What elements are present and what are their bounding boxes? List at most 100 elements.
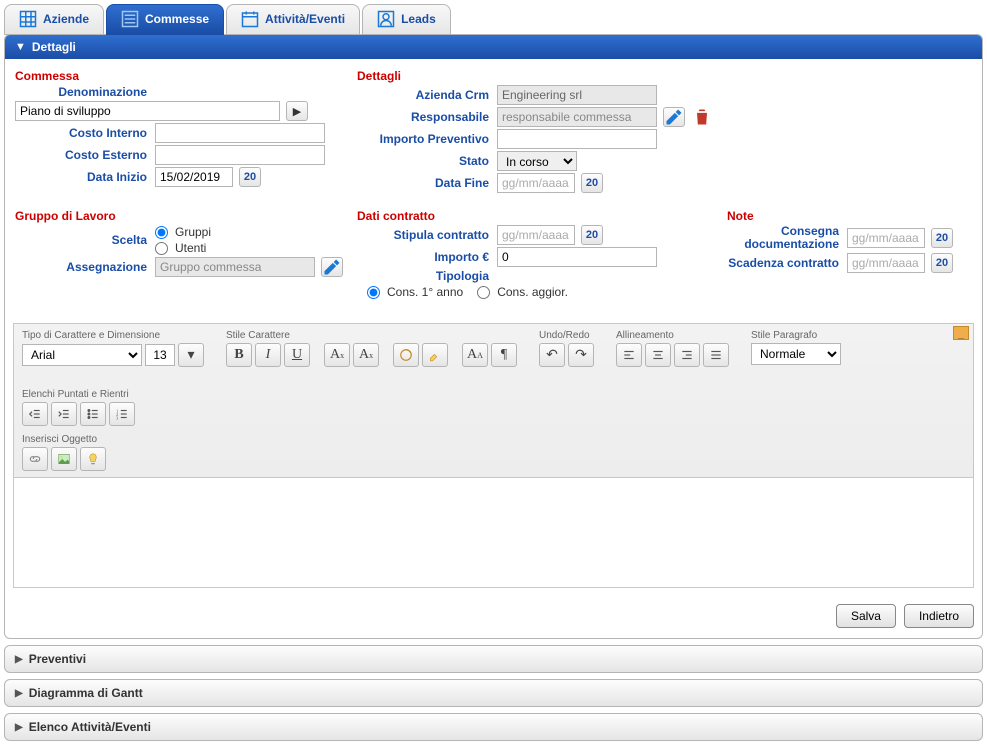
responsabile-label: Responsabile bbox=[357, 110, 497, 124]
redo-button[interactable]: ↷ bbox=[568, 343, 594, 367]
costo-esterno-label: Costo Esterno bbox=[15, 148, 155, 162]
denominazione-input[interactable] bbox=[15, 101, 280, 121]
bullet-list-button[interactable] bbox=[80, 402, 106, 426]
tab-label: Aziende bbox=[43, 12, 89, 26]
tab-aziende[interactable]: Aziende bbox=[4, 4, 104, 35]
insert-link-button[interactable] bbox=[22, 447, 48, 471]
accordion-label: Elenco Attività/Eventi bbox=[29, 720, 151, 734]
align-right-button[interactable] bbox=[674, 343, 700, 367]
font-name-select[interactable]: Arial bbox=[22, 344, 142, 366]
importo-eur-input[interactable] bbox=[497, 247, 657, 267]
scelta-gruppi-radio[interactable] bbox=[155, 226, 168, 239]
outdent-button[interactable] bbox=[22, 402, 48, 426]
tab-commesse[interactable]: Commesse bbox=[106, 4, 224, 35]
scelta-utenti-label: Utenti bbox=[175, 241, 206, 255]
scadenza-input[interactable] bbox=[847, 253, 925, 273]
insert-image-button[interactable] bbox=[51, 447, 77, 471]
calendar-button[interactable]: 20 bbox=[931, 253, 953, 273]
assegnazione-input bbox=[155, 257, 315, 277]
number-list-button[interactable]: 123 bbox=[109, 402, 135, 426]
font-size-stepper[interactable]: ▾ bbox=[178, 343, 204, 367]
calendar-button[interactable]: 20 bbox=[581, 173, 603, 193]
text-color-button[interactable] bbox=[393, 343, 419, 367]
font-size-input[interactable] bbox=[145, 344, 175, 366]
group-title-commessa: Commessa bbox=[15, 69, 343, 83]
rich-text-editor: _ Tipo di Carattere e Dimensione Arial ▾… bbox=[13, 323, 974, 588]
data-inizio-input[interactable] bbox=[155, 167, 233, 187]
subscript-button[interactable]: Ax bbox=[324, 343, 350, 367]
main-panel: ▼ Dettagli Commessa Denominazione ▶ Cost… bbox=[4, 34, 983, 639]
importo-preventivo-input[interactable] bbox=[497, 129, 657, 149]
col-commessa: Commessa Denominazione ▶ Costo Interno C… bbox=[15, 69, 343, 195]
costo-interno-input[interactable] bbox=[155, 123, 325, 143]
col-dati-contratto: Dati contratto Stipula contratto 20 Impo… bbox=[357, 209, 713, 301]
rte-undo-label: Undo/Redo bbox=[539, 330, 594, 341]
back-button[interactable]: Indietro bbox=[904, 604, 974, 628]
tab-attivita[interactable]: Attività/Eventi bbox=[226, 4, 360, 35]
calendar-button[interactable]: 20 bbox=[581, 225, 603, 245]
edit-button[interactable] bbox=[663, 107, 685, 127]
insert-idea-button[interactable] bbox=[80, 447, 106, 471]
scelta-label: Scelta bbox=[15, 233, 155, 247]
minimize-button[interactable]: _ bbox=[953, 326, 969, 340]
font-color-button[interactable]: AA bbox=[462, 343, 488, 367]
rte-list-label: Elenchi Puntati e Rientri bbox=[22, 389, 135, 400]
accordion-gantt[interactable]: ▶ Diagramma di Gantt bbox=[4, 679, 983, 707]
rte-group-insert: Inserisci Oggetto bbox=[22, 434, 106, 471]
rte-textarea[interactable] bbox=[14, 477, 973, 587]
rte-para-label: Stile Paragrafo bbox=[751, 330, 841, 341]
underline-button[interactable]: U bbox=[284, 343, 310, 367]
group-title-dati-contratto: Dati contratto bbox=[357, 209, 713, 223]
align-left-button[interactable] bbox=[616, 343, 642, 367]
align-justify-button[interactable] bbox=[703, 343, 729, 367]
scelta-utenti-radio[interactable] bbox=[155, 242, 168, 255]
costo-interno-label: Costo Interno bbox=[15, 126, 155, 140]
tipologia-aggior-label: Cons. aggior. bbox=[497, 285, 568, 299]
align-center-button[interactable] bbox=[645, 343, 671, 367]
chevron-right-icon: ▶ bbox=[15, 654, 23, 665]
rte-group-style: Stile Carattere B I U Ax Ax AA ¶ bbox=[226, 330, 517, 367]
indent-button[interactable] bbox=[51, 402, 77, 426]
data-fine-input[interactable] bbox=[497, 173, 575, 193]
delete-button[interactable] bbox=[691, 107, 713, 127]
person-icon bbox=[377, 10, 395, 28]
costo-esterno-input[interactable] bbox=[155, 145, 325, 165]
rte-group-font: Tipo di Carattere e Dimensione Arial ▾ bbox=[22, 330, 204, 367]
para-style-select[interactable]: Normale bbox=[751, 343, 841, 365]
undo-button[interactable]: ↶ bbox=[539, 343, 565, 367]
calendar-button[interactable]: 20 bbox=[931, 228, 953, 248]
calendar-button[interactable]: 20 bbox=[239, 167, 261, 187]
tipologia-cons1-label: Cons. 1° anno bbox=[387, 285, 463, 299]
pilcrow-button[interactable]: ¶ bbox=[491, 343, 517, 367]
accordion-label: Diagramma di Gantt bbox=[29, 686, 143, 700]
tipologia-label: Tipologia bbox=[357, 269, 497, 283]
rte-group-para: Stile Paragrafo Normale bbox=[751, 330, 841, 367]
save-button[interactable]: Salva bbox=[836, 604, 896, 628]
superscript-button[interactable]: Ax bbox=[353, 343, 379, 367]
section-header-dettagli[interactable]: ▼ Dettagli bbox=[5, 35, 982, 59]
play-button[interactable]: ▶ bbox=[286, 101, 308, 121]
data-fine-label: Data Fine bbox=[357, 176, 497, 190]
chevron-down-icon: ▼ bbox=[15, 41, 26, 53]
grid-icon bbox=[19, 10, 37, 28]
italic-button[interactable]: I bbox=[255, 343, 281, 367]
tab-leads[interactable]: Leads bbox=[362, 4, 451, 35]
rte-group-align: Allineamento bbox=[616, 330, 729, 367]
stipula-input[interactable] bbox=[497, 225, 575, 245]
tipologia-cons1-radio[interactable] bbox=[367, 286, 380, 299]
tipologia-aggior-radio[interactable] bbox=[477, 286, 490, 299]
edit-assegnazione-button[interactable] bbox=[321, 257, 343, 277]
section-title: Dettagli bbox=[32, 40, 76, 54]
accordion-elenco[interactable]: ▶ Elenco Attività/Eventi bbox=[4, 713, 983, 741]
consegna-input[interactable] bbox=[847, 228, 925, 248]
group-title-dettagli: Dettagli bbox=[357, 69, 713, 83]
col-empty-top bbox=[727, 69, 972, 195]
rte-group-undo: Undo/Redo ↶ ↷ bbox=[539, 330, 594, 367]
consegna-label: Consegna documentazione bbox=[727, 225, 847, 251]
importo-preventivo-label: Importo Preventivo bbox=[357, 132, 497, 146]
accordion-preventivi[interactable]: ▶ Preventivi bbox=[4, 645, 983, 673]
bold-button[interactable]: B bbox=[226, 343, 252, 367]
scelta-gruppi-label: Gruppi bbox=[175, 225, 211, 239]
stato-select[interactable]: In corso bbox=[497, 151, 577, 171]
highlight-button[interactable] bbox=[422, 343, 448, 367]
